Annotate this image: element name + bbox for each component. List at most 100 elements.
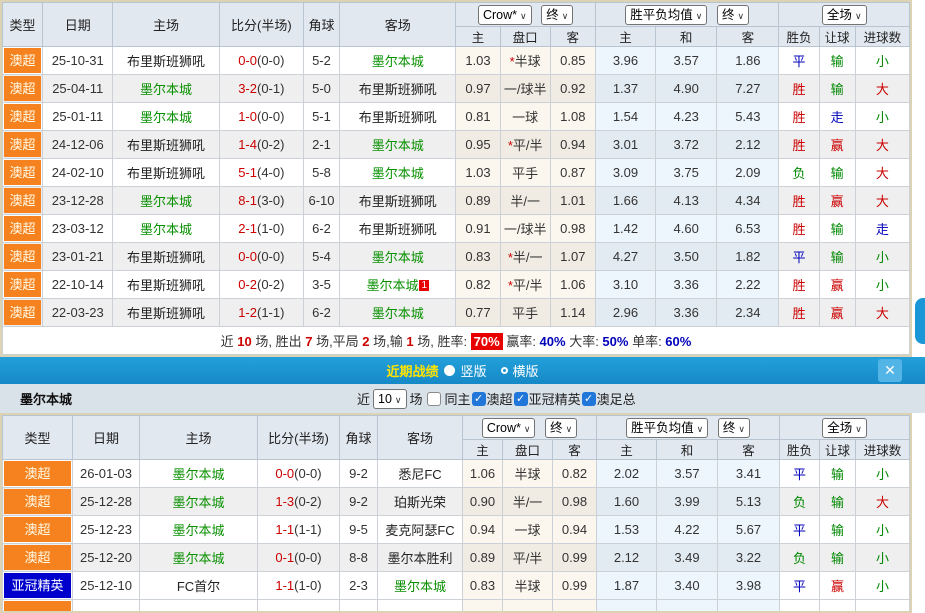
col-odds-away: 客 — [550, 27, 595, 47]
final-odds-dropdown[interactable]: 终∨ — [545, 418, 577, 438]
wdl-result-cell: 平 — [780, 572, 820, 600]
league-badge: 澳超 — [4, 76, 41, 101]
date-cell: 25-04-11 — [43, 75, 113, 103]
chevron-down-icon: ∨ — [855, 11, 862, 21]
scope-dropdown[interactable]: 全场∨ — [822, 418, 867, 438]
ou-result-cell: 大 — [855, 299, 909, 327]
home-odds-cell: 0.91 — [456, 215, 500, 243]
avg-home-cell: 1.42 — [595, 215, 655, 243]
chevron-down-icon: ∨ — [562, 11, 569, 21]
wdl-result-cell: 胜 — [779, 271, 819, 299]
avg-home-cell: 3.10 — [595, 271, 655, 299]
horizontal-layout-radio[interactable] — [501, 367, 508, 374]
score-cell: 0-0(0-0) — [219, 243, 303, 271]
handicap-result-cell: 输 — [819, 243, 855, 271]
vertical-layout-radio[interactable] — [444, 365, 455, 376]
handicap-result: 走 — [831, 110, 844, 125]
final-odds-dropdown[interactable]: 终∨ — [541, 5, 573, 25]
handicap-value: 平/半 — [513, 278, 543, 293]
score-cell: 2-1(1-0) — [219, 215, 303, 243]
away-team: 墨尔本胜利 — [387, 551, 452, 566]
score-cell: 8-1(3-0) — [219, 187, 303, 215]
date-cell: 22-10-14 — [43, 271, 113, 299]
halftime-score: (1-1) — [294, 522, 321, 537]
score-cell: 1-3(0-2) — [258, 488, 340, 516]
home-odds-cell: 0.83 — [456, 243, 500, 271]
home-team: 布里斯班狮吼 — [127, 278, 205, 293]
home-team-cell: 墨尔本城 — [113, 75, 219, 103]
league-checkbox[interactable]: ✓ — [514, 392, 528, 406]
date-cell: 24-02-10 — [43, 159, 113, 187]
final-avg-dropdown[interactable]: 终∨ — [718, 418, 750, 438]
col-score: 比分(半场) — [219, 3, 303, 47]
avg-home-cell: 2.02 — [597, 460, 657, 488]
match-row: 澳超23-12-28墨尔本城8-1(3-0)6-10布里斯班狮吼0.89半/一1… — [3, 187, 910, 215]
avg-away-cell: 2.22 — [717, 271, 779, 299]
avg-away-cell: 3.98 — [718, 572, 780, 600]
halftime-score: (1-0) — [257, 221, 284, 236]
match-count-dropdown[interactable]: 10∨ — [373, 389, 407, 409]
handicap-cell: *平/半 — [500, 131, 550, 159]
col-ah: 让球 — [819, 27, 855, 47]
handicap-cell: 一/球半 — [500, 75, 550, 103]
company-dropdown[interactable]: Crow*∨ — [482, 418, 536, 438]
league-cell: 澳超 — [3, 103, 43, 131]
wdl-result-cell: 胜 — [779, 215, 819, 243]
away-team-cell: 悉尼FC — [378, 460, 463, 488]
same-home-checkbox[interactable] — [427, 392, 441, 406]
handicap-cell: 一球 — [503, 516, 553, 544]
wdl-result: 胜 — [793, 110, 806, 125]
away-odds-cell: 0.92 — [550, 75, 595, 103]
handicap-result: 输 — [831, 250, 844, 265]
scope-dropdown[interactable]: 全场∨ — [822, 5, 867, 25]
close-icon[interactable]: ✕ — [878, 359, 902, 382]
match-row: 澳超25-01-11墨尔本城1-0(0-0)5-1布里斯班狮吼0.81一球1.0… — [3, 103, 910, 131]
league-badge: 澳超 — [4, 48, 41, 73]
avg-home-cell: 1.87 — [597, 572, 657, 600]
col-handicap: 盘口 — [500, 27, 550, 47]
fulltime-score: 0-0 — [275, 466, 294, 481]
league-checkbox[interactable]: ✓ — [472, 392, 486, 406]
match-row: 澳超22-10-14布里斯班狮吼0-2(0-2)3-5墨尔本城10.82*平/半… — [3, 271, 910, 299]
away-team: 墨尔本城 — [372, 138, 424, 153]
wdl-result-cell: 胜 — [779, 299, 819, 327]
ou-result-cell: 走 — [855, 215, 909, 243]
home-odds-cell: 1.03 — [456, 47, 500, 75]
home-odds-cell: 0.95 — [456, 131, 500, 159]
away-team: 布里斯班狮吼 — [359, 222, 437, 237]
score-cell: 0-0(0-0) — [258, 460, 340, 488]
away-team-cell: 墨尔本城 — [340, 47, 456, 75]
handicap-value: 半球 — [515, 54, 541, 69]
score-cell: 0-2(0-2) — [219, 271, 303, 299]
handicap-result-cell: 输 — [820, 488, 856, 516]
handicap-result: 输 — [831, 495, 844, 510]
fulltime-score: 8-1 — [238, 193, 257, 208]
final-avg-dropdown[interactable]: 终∨ — [717, 5, 749, 25]
col-odds-home: 主 — [456, 27, 500, 47]
ou-result-cell: 小 — [856, 516, 910, 544]
home-team-cell: 墨尔本城 — [113, 103, 219, 131]
fulltime-score: 1-3 — [275, 494, 294, 509]
away-team: 珀斯光荣 — [394, 495, 446, 510]
avg-odds-dropdown[interactable]: 胜平负均值∨ — [626, 418, 708, 438]
wdl-result: 平 — [793, 467, 806, 482]
league-checkbox[interactable]: ✓ — [582, 392, 596, 406]
card-badge: 1 — [419, 280, 429, 291]
date-cell: 23-03-12 — [43, 215, 113, 243]
avg-draw-cell: 4.23 — [656, 103, 717, 131]
fulltime-score: 1-1 — [275, 578, 294, 593]
avg-draw-cell: 3.99 — [657, 488, 718, 516]
corner-cell: 5-0 — [303, 75, 339, 103]
score-cell: 1-2(1-1) — [219, 299, 303, 327]
avg-draw-cell: 3.49 — [657, 544, 718, 572]
avg-odds-dropdown[interactable]: 胜平负均值∨ — [625, 5, 707, 25]
handicap-cell: 平/半 — [503, 544, 553, 572]
recent-table-frame: 类型 日期 主场 比分(半场) 角球 客场 Crow*∨ 终∨ 胜平负均值∨ 终… — [0, 413, 912, 613]
company-dropdown[interactable]: Crow*∨ — [478, 5, 532, 25]
handicap-cell: *平/半 — [500, 271, 550, 299]
near-label: 近 — [357, 389, 370, 408]
handicap-cell: 平手 — [500, 299, 550, 327]
chevron-down-icon: ∨ — [520, 11, 527, 21]
scrollbar-thumb[interactable] — [915, 298, 925, 344]
avg-draw-cell: 4.13 — [656, 187, 717, 215]
